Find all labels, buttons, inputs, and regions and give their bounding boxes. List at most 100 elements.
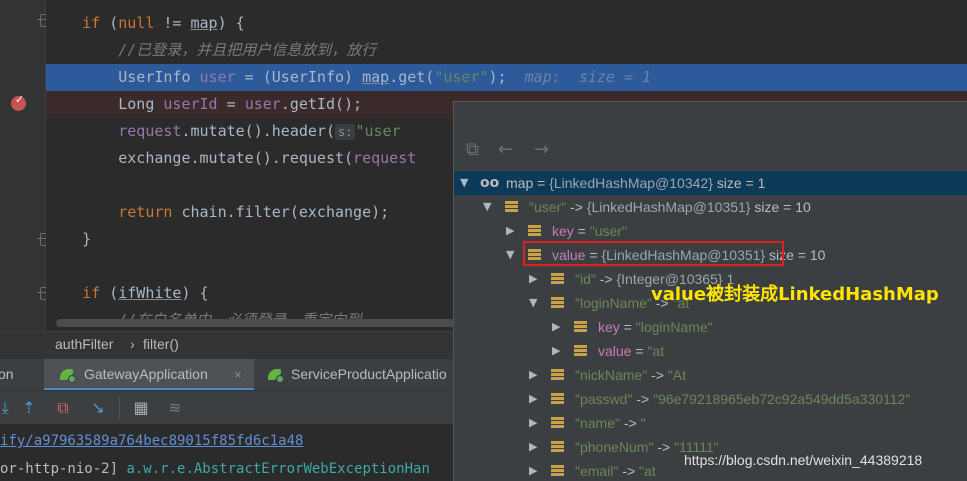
collapse-arrow-icon[interactable]: ▶	[552, 339, 560, 363]
close-icon[interactable]: ×	[234, 359, 242, 390]
code-token: map: size = 1	[524, 68, 652, 86]
code-token: request	[46, 122, 182, 140]
breadcrumb-separator: ›	[130, 336, 135, 352]
tree-node-text: "passwd" -> "96e79218965eb72c92a549dd5a3…	[575, 391, 911, 407]
collapse-arrow-icon[interactable]: ▶	[506, 219, 514, 243]
tab-gateway-application[interactable]: GatewayApplication ×	[44, 359, 254, 391]
spring-run-icon	[60, 368, 76, 383]
scroll-end-icon[interactable]: ⤓	[0, 399, 14, 417]
tree-node-text: key = "user"	[552, 223, 627, 239]
back-arrow-icon[interactable]: ←	[498, 141, 513, 159]
expand-arrow-icon[interactable]: ▼	[506, 243, 514, 267]
code-line[interactable]: //已登录，并且把用户信息放到，放行	[46, 37, 967, 64]
field-icon	[574, 321, 587, 333]
code-token: request	[353, 149, 417, 167]
tree-node-text: "email" -> "at	[575, 463, 656, 479]
field-icon	[551, 297, 564, 309]
tree-node[interactable]: ▶ key = "user"	[454, 219, 967, 243]
tree-node[interactable]: ▶ "nickName" -> "At	[454, 363, 967, 387]
tree-node[interactable]: ▶ "name" -> "	[454, 411, 967, 435]
code-token: = (UserInfo)	[235, 68, 363, 86]
breadcrumb-method[interactable]: filter()	[143, 332, 179, 357]
field-icon	[551, 273, 564, 285]
folder-tree-icon[interactable]: ⧉	[466, 141, 479, 159]
table-icon[interactable]: ▦	[132, 399, 150, 417]
code-token: user	[244, 95, 281, 113]
tree-node-text: "user" -> {LinkedHashMap@10351} size = 1…	[529, 199, 811, 215]
field-icon	[528, 225, 541, 237]
field-icon	[574, 345, 587, 357]
forward-arrow-icon[interactable]: →	[534, 141, 549, 159]
collapse-arrow-icon[interactable]: ▶	[529, 411, 537, 435]
code-token: exchange.mutate().request(	[46, 149, 354, 167]
tab-label: ServiceProductApplicatio	[291, 366, 447, 382]
upload-icon[interactable]: ⇡	[20, 399, 38, 417]
collapse-arrow-icon[interactable]: ▶	[529, 267, 537, 291]
field-icon	[505, 201, 518, 213]
settings-list-icon[interactable]: ≋	[166, 399, 184, 417]
code-token: if	[46, 284, 101, 302]
code-token: UserInfo	[46, 68, 200, 86]
code-token: ) {	[181, 284, 209, 302]
editor-gutter[interactable]	[0, 0, 52, 331]
code-token: return	[46, 203, 173, 221]
code-line[interactable]: UserInfo user = (UserInfo) map.get("user…	[46, 64, 967, 91]
code-token: =	[217, 95, 245, 113]
code-line[interactable]: if (null != map) {	[46, 10, 967, 37]
watch-icon: oo	[480, 175, 500, 191]
code-token: "user	[355, 122, 401, 140]
tree-node-text: key = "loginName"	[598, 319, 713, 335]
field-icon	[551, 465, 564, 477]
expand-arrow-icon[interactable]: ▼	[483, 195, 491, 219]
code-token: s:	[335, 123, 356, 140]
code-token: .mutate().header(	[181, 122, 335, 140]
code-token: .getId();	[280, 95, 363, 113]
code-token: user	[199, 68, 236, 86]
expand-arrow-icon[interactable]: ▼	[529, 291, 537, 315]
console-link[interactable]: ify/a97963589a764bec89015f85fd6c1a48	[0, 429, 303, 453]
code-token: map	[190, 14, 218, 32]
field-icon	[551, 369, 564, 381]
tree-node[interactable]: ▶ key = "loginName"	[454, 315, 967, 339]
tree-node[interactable]: ▶ "passwd" -> "96e79218965eb72c92a549dd5a…	[454, 387, 967, 411]
annotation-text: value被封装成LinkedHashMap	[651, 284, 939, 305]
horizontal-scrollbar[interactable]	[56, 319, 456, 327]
breadcrumb-class[interactable]: authFilter	[55, 332, 113, 357]
collapse-arrow-icon[interactable]: ▶	[552, 315, 560, 339]
code-token: chain.filter(exchange);	[172, 203, 390, 221]
tree-node-text: value = "at	[598, 343, 665, 359]
collapse-arrow-icon[interactable]: ▶	[529, 459, 537, 481]
field-icon	[551, 441, 564, 453]
collapse-arrow-icon[interactable]: ▶	[529, 435, 537, 459]
tab-service-product-application[interactable]: ServiceProductApplicatio	[262, 359, 462, 391]
code-token: (	[100, 284, 119, 302]
tab-label: GatewayApplication	[84, 366, 208, 382]
code-token: null	[118, 14, 155, 32]
tree-node[interactable]: ▼ oo map = {LinkedHashMap@10342} size = 1	[454, 171, 967, 195]
code-token: }	[46, 230, 92, 248]
expand-arrow-icon[interactable]: ▼	[460, 171, 468, 195]
collapse-arrow-icon[interactable]: ▶	[529, 387, 537, 411]
breakpoint-icon[interactable]	[11, 93, 26, 111]
code-token: !=	[154, 14, 191, 32]
code-token: Long	[46, 95, 164, 113]
tree-node-text: map = {LinkedHashMap@10342} size = 1	[506, 175, 766, 191]
popup-toolbar: ⧉ ← →	[454, 102, 967, 168]
tab-previous[interactable]: on	[0, 359, 40, 391]
step-out-icon[interactable]: ↘	[89, 399, 107, 417]
code-token: //已登录，并且把用户信息放到，放行	[46, 41, 377, 59]
tree-node[interactable]: ▼ "user" -> {LinkedHashMap@10351} size = …	[454, 195, 967, 219]
soft-wrap-icon[interactable]: ⧉	[54, 399, 72, 417]
code-token: "user"	[434, 68, 489, 86]
watermark: https://blog.csdn.net/weixin_44389218	[684, 452, 923, 468]
collapse-arrow-icon[interactable]: ▶	[529, 363, 537, 387]
toolbar-separator	[119, 397, 120, 419]
tree-node-text: "name" -> "	[575, 415, 646, 431]
field-icon	[551, 417, 564, 429]
code-token: map	[362, 68, 390, 86]
code-token: .get(	[389, 68, 435, 86]
code-token: ) {	[217, 14, 245, 32]
tree-node[interactable]: ▶ value = "at	[454, 339, 967, 363]
console-log-line: or-http-nio-2] a.w.r.e.AbstractErrorWebE…	[0, 457, 430, 481]
console-logger: a.w.r.e.AbstractErrorWebExceptionHan	[126, 461, 430, 477]
